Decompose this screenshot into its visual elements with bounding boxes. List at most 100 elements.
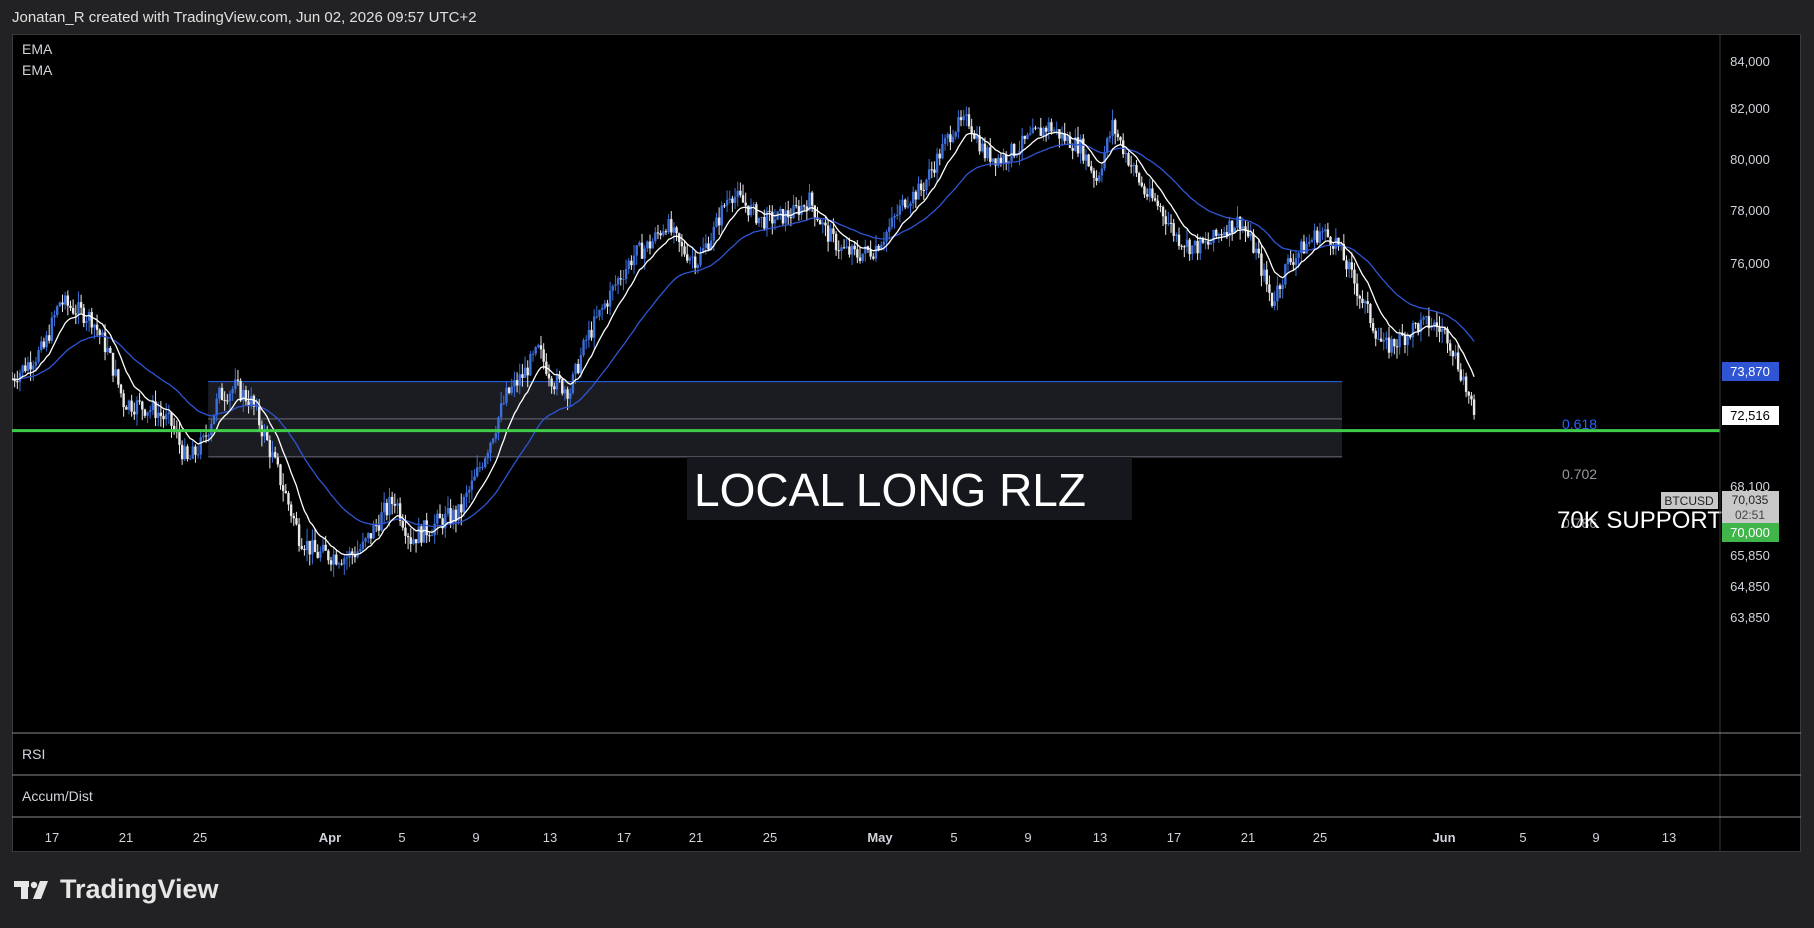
candle-body <box>1108 135 1112 139</box>
candle-body <box>1114 120 1117 134</box>
candle-body <box>1345 260 1348 270</box>
candle-body <box>707 243 710 250</box>
candle-body <box>505 387 508 404</box>
candle-body <box>991 158 995 162</box>
candle-body <box>178 432 181 445</box>
candle-body <box>904 199 907 208</box>
candle-body <box>802 205 806 207</box>
candle-body <box>50 317 54 341</box>
candle-body <box>911 191 915 204</box>
candle-body <box>367 533 370 539</box>
time-tick-label: May <box>867 830 893 845</box>
candle-body <box>196 454 200 456</box>
candle-body <box>1310 239 1314 242</box>
ema-legend-2[interactable]: EMA <box>22 62 53 78</box>
candle-body <box>1026 134 1029 139</box>
candle-body <box>800 205 803 215</box>
candle-body <box>1153 198 1157 201</box>
candle-body <box>1058 129 1061 139</box>
candle-body <box>970 126 973 134</box>
candle-body <box>1361 298 1364 304</box>
candle-body <box>813 205 817 218</box>
candle-body <box>361 541 365 550</box>
time-tick-label: 25 <box>193 830 207 845</box>
time-tick-label: 5 <box>1519 830 1526 845</box>
candle-body <box>478 467 482 469</box>
candle-body <box>1199 237 1202 254</box>
candle-body <box>122 393 125 408</box>
candle-body <box>438 513 442 519</box>
candle-body <box>29 362 32 370</box>
candle-body <box>720 205 723 226</box>
candle-body <box>188 458 192 460</box>
candle-body <box>515 380 519 386</box>
candle-body <box>236 379 240 381</box>
symbol-badge: BTCUSD <box>1664 494 1714 508</box>
candle-body <box>752 204 755 206</box>
candle-body <box>550 378 553 387</box>
candle-body <box>848 246 851 255</box>
candle-body <box>619 278 622 280</box>
time-tick-label: 9 <box>472 830 479 845</box>
candle-body <box>1363 301 1367 304</box>
candle-body <box>180 444 184 460</box>
candle-body <box>1111 120 1114 136</box>
candle-body <box>789 217 793 219</box>
candle-body <box>79 302 83 308</box>
candle-body <box>1379 338 1383 342</box>
candle-body <box>1209 242 1213 245</box>
candle-body <box>1119 137 1122 141</box>
candle-body <box>890 217 894 227</box>
candle-body <box>1050 122 1053 132</box>
candle-body <box>893 216 896 218</box>
candle-body <box>382 502 386 513</box>
tradingview-logo[interactable]: TradingView <box>14 874 219 905</box>
candle-body <box>537 345 540 348</box>
candle-body <box>771 211 774 224</box>
candle-body <box>1249 233 1252 237</box>
candle-body <box>1148 188 1151 197</box>
candle-body <box>473 476 476 481</box>
candle-body <box>1116 133 1120 138</box>
candle-body <box>446 508 450 514</box>
candle-body <box>460 504 463 513</box>
candle-body <box>755 204 758 224</box>
ema-legend-1[interactable]: EMA <box>22 41 53 57</box>
candle-body <box>1193 240 1197 246</box>
candle-body <box>1459 369 1462 381</box>
candle-body <box>699 252 702 266</box>
candle-body <box>1371 323 1375 331</box>
candle-body <box>1121 140 1125 155</box>
candle-body <box>1044 127 1048 132</box>
candle-body <box>662 231 665 236</box>
candle-body <box>414 539 418 544</box>
accum-dist-legend[interactable]: Accum/Dist <box>22 788 93 804</box>
time-tick-label: 17 <box>1167 830 1181 845</box>
candle-body <box>1100 168 1104 176</box>
candle-body <box>34 361 38 366</box>
candle-body <box>733 196 737 203</box>
candle-body <box>234 379 237 389</box>
candle-body <box>1223 232 1226 236</box>
candle-body <box>569 393 572 399</box>
candle-body <box>1204 241 1207 243</box>
candle-body <box>957 117 960 133</box>
candle-body <box>1052 130 1056 132</box>
candle-body <box>1374 330 1377 339</box>
candle-body <box>499 403 503 418</box>
candle-body <box>183 446 186 460</box>
time-tick-label: 21 <box>689 830 703 845</box>
candle-body <box>739 190 742 196</box>
price-chart[interactable]: LOCAL LONG RLZ 0.618 0.702 0.786 70K SUP… <box>12 34 1801 852</box>
candle-body <box>308 540 311 555</box>
candle-body <box>111 352 115 376</box>
rsi-legend[interactable]: RSI <box>22 746 45 762</box>
price-tick-label: 64,850 <box>1730 579 1770 594</box>
candle-body <box>223 400 226 402</box>
candle-body <box>476 467 479 477</box>
candle-body <box>585 339 588 341</box>
candle-body <box>1140 182 1143 187</box>
candle-body <box>938 153 941 159</box>
candle-body <box>202 435 205 438</box>
zone-label: LOCAL LONG RLZ <box>694 464 1086 516</box>
